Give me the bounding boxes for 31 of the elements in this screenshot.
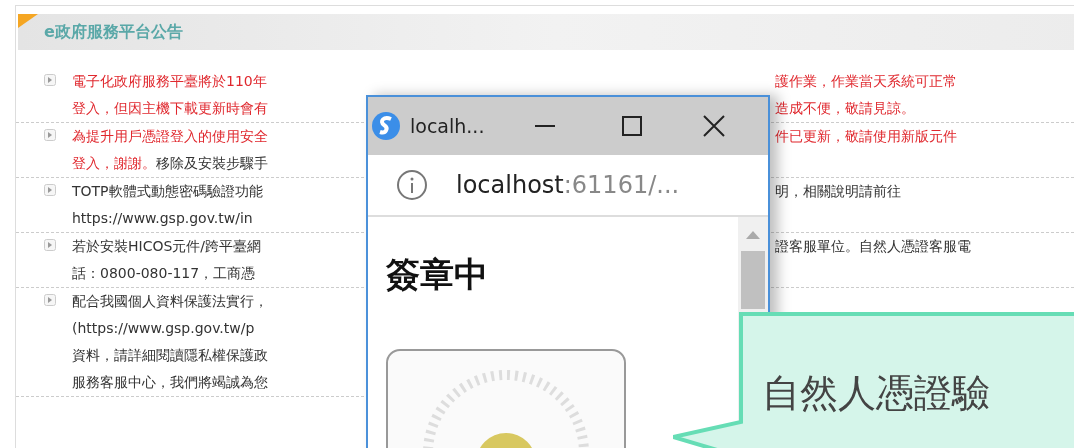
minimize-icon — [535, 125, 556, 127]
notice-text: 為提升用戶憑證登入的使用安全 — [72, 127, 268, 146]
notice-text: 配合我國個人資料保護法實行， — [72, 292, 268, 311]
scroll-up-arrow-icon[interactable] — [746, 231, 760, 239]
address-url: localhost:61161/... — [456, 170, 680, 201]
notice-text: 若於安裝HICOS元件/跨平臺網 — [72, 237, 262, 256]
callout-text: 自然人憑證驗 — [762, 374, 990, 412]
notice-text: 證客服單位。自然人憑證客服電 — [775, 237, 971, 256]
page-heading: 簽章中 — [386, 257, 489, 291]
corner-triangle-icon — [18, 14, 38, 28]
notice-text: (https://www.gsp.gov.tw/p — [72, 319, 255, 338]
notice-text: 登入，謝謝。 — [72, 154, 156, 173]
scrollbar-thumb[interactable] — [741, 251, 765, 309]
notice-text: 件已更新，敬請使用新版元件 — [775, 127, 957, 146]
notice-text: 話：0800-080-117，工商憑 — [72, 264, 256, 283]
app-logo-icon — [370, 110, 402, 142]
notice-text: 明，相關說明請前往 — [775, 182, 901, 201]
notice-text: 移除及安裝步驟手 — [156, 154, 268, 173]
popup-title: localh... — [410, 113, 485, 139]
notice-text: 造成不便，敬請見諒。 — [775, 99, 915, 118]
notice-text: 護作業，作業當天系統可正常 — [775, 72, 957, 91]
info-icon — [396, 169, 428, 201]
maximize-icon — [622, 116, 643, 136]
notice-text: 登入，但因主機下載更新時會有 — [72, 99, 268, 118]
panel-title: e政府服務平台公告 — [44, 21, 183, 43]
notice-text: 資料，請詳細閱讀隱私權保護政 — [72, 346, 268, 365]
notice-text: 電子化政府服務平臺將於110年 — [72, 72, 267, 91]
notice-text: TOTP軟體式動態密碼驗證功能 — [72, 182, 263, 201]
notice-text: https://www.gsp.gov.tw/in — [72, 209, 253, 228]
notice-text: 服務客服中心，我們將竭誠為您 — [72, 373, 268, 392]
close-icon — [703, 115, 726, 137]
